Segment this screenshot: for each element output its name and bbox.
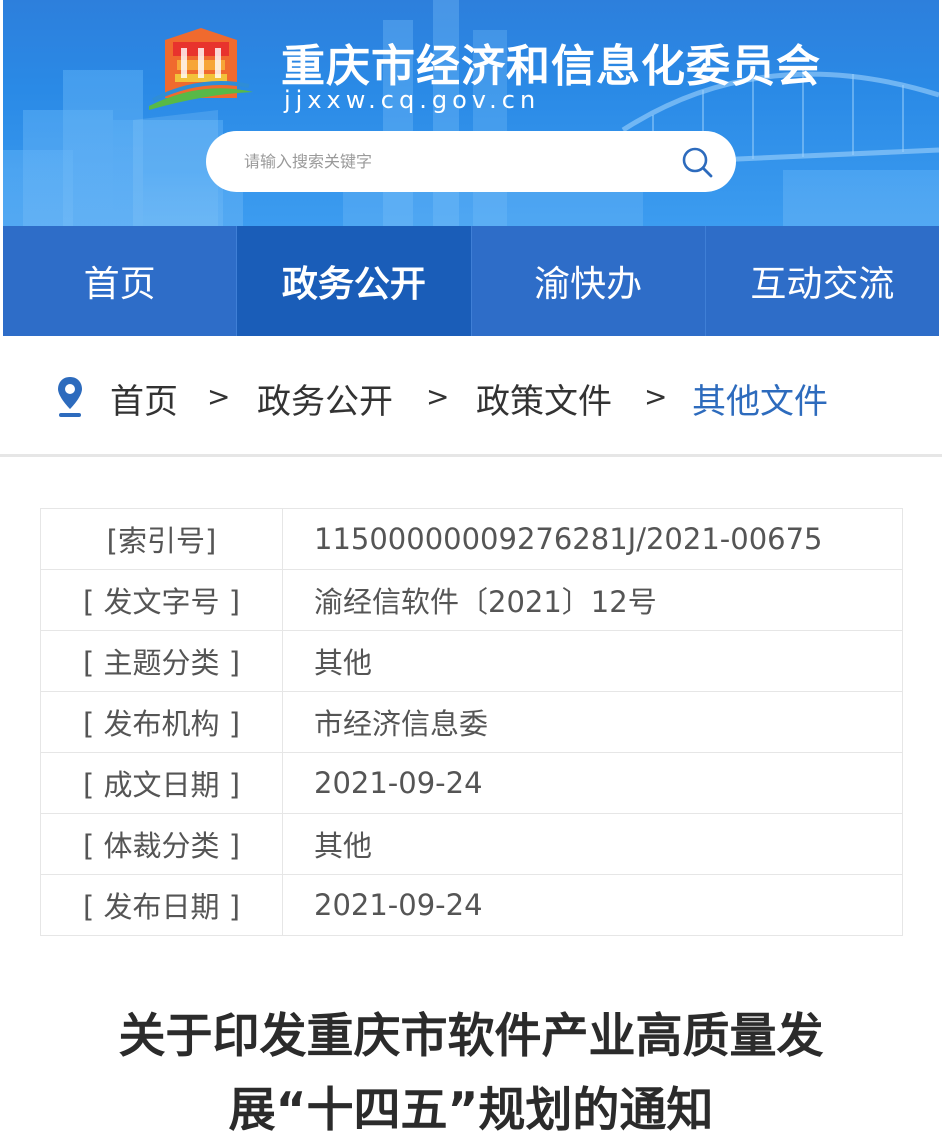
location-pin-icon [58, 377, 82, 417]
info-label-index: [索引号] [40, 508, 283, 570]
info-value-publisher: 市经济信息委 [282, 691, 903, 753]
breadcrumb-government-affairs[interactable]: 政务公开 [257, 374, 393, 423]
info-value-index: 11500000009276281J/2021-00675 [282, 508, 903, 570]
site-logo [149, 28, 253, 110]
header-banner: 重庆市经济和信息化委员会 jjxxw.cq.gov.cn [3, 0, 939, 226]
table-row: [ 发布机构 ] 市经济信息委 [40, 691, 903, 753]
info-value-topic: 其他 [282, 630, 903, 692]
info-label-doc-number: [ 发文字号 ] [40, 569, 283, 631]
breadcrumb-other-files[interactable]: 其他文件 [692, 374, 828, 423]
search-input[interactable] [244, 131, 664, 192]
table-row: [ 发文字号 ] 渝经信软件〔2021〕12号 [40, 569, 903, 631]
search-icon[interactable] [679, 144, 715, 180]
document-info-table: [索引号] 11500000009276281J/2021-00675 [ 发文… [40, 508, 903, 936]
nav-item-interaction[interactable]: 互动交流 [706, 226, 939, 336]
breadcrumb-policy-files[interactable]: 政策文件 [476, 374, 612, 423]
table-row: [ 体裁分类 ] 其他 [40, 813, 903, 875]
nav-item-home[interactable]: 首页 [3, 226, 238, 336]
info-label-genre: [ 体裁分类 ] [40, 813, 283, 875]
table-row: [索引号] 11500000009276281J/2021-00675 [40, 508, 903, 570]
table-row: [ 主题分类 ] 其他 [40, 630, 903, 692]
info-label-publisher: [ 发布机构 ] [40, 691, 283, 753]
info-value-genre: 其他 [282, 813, 903, 875]
info-value-written-date: 2021-09-24 [282, 752, 903, 814]
info-value-doc-number: 渝经信软件〔2021〕12号 [282, 569, 903, 631]
nav-item-yukuaiban[interactable]: 渝快办 [472, 226, 706, 336]
info-label-topic: [ 主题分类 ] [40, 630, 283, 692]
info-label-publish-date: [ 发布日期 ] [40, 874, 283, 936]
site-title: 重庆市经济和信息化委员会 [281, 41, 821, 92]
info-label-written-date: [ 成文日期 ] [40, 752, 283, 814]
breadcrumb-home[interactable]: 首页 [110, 374, 178, 423]
breadcrumb-separator: > [207, 380, 231, 413]
main-nav: 首页 政务公开 渝快办 互动交流 [3, 226, 939, 336]
breadcrumb-separator: > [644, 380, 668, 413]
table-row: [ 成文日期 ] 2021-09-24 [40, 752, 903, 814]
article-title: 关于印发重庆市软件产业高质量发展“十四五”规划的通知 [118, 1009, 824, 1138]
table-row: [ 发布日期 ] 2021-09-24 [40, 874, 903, 936]
info-value-publish-date: 2021-09-24 [282, 874, 903, 936]
nav-item-government-affairs[interactable]: 政务公开 [237, 226, 472, 336]
site-domain: jjxxw.cq.gov.cn [284, 86, 541, 114]
breadcrumb-separator: > [426, 380, 450, 413]
search-box [206, 131, 736, 192]
